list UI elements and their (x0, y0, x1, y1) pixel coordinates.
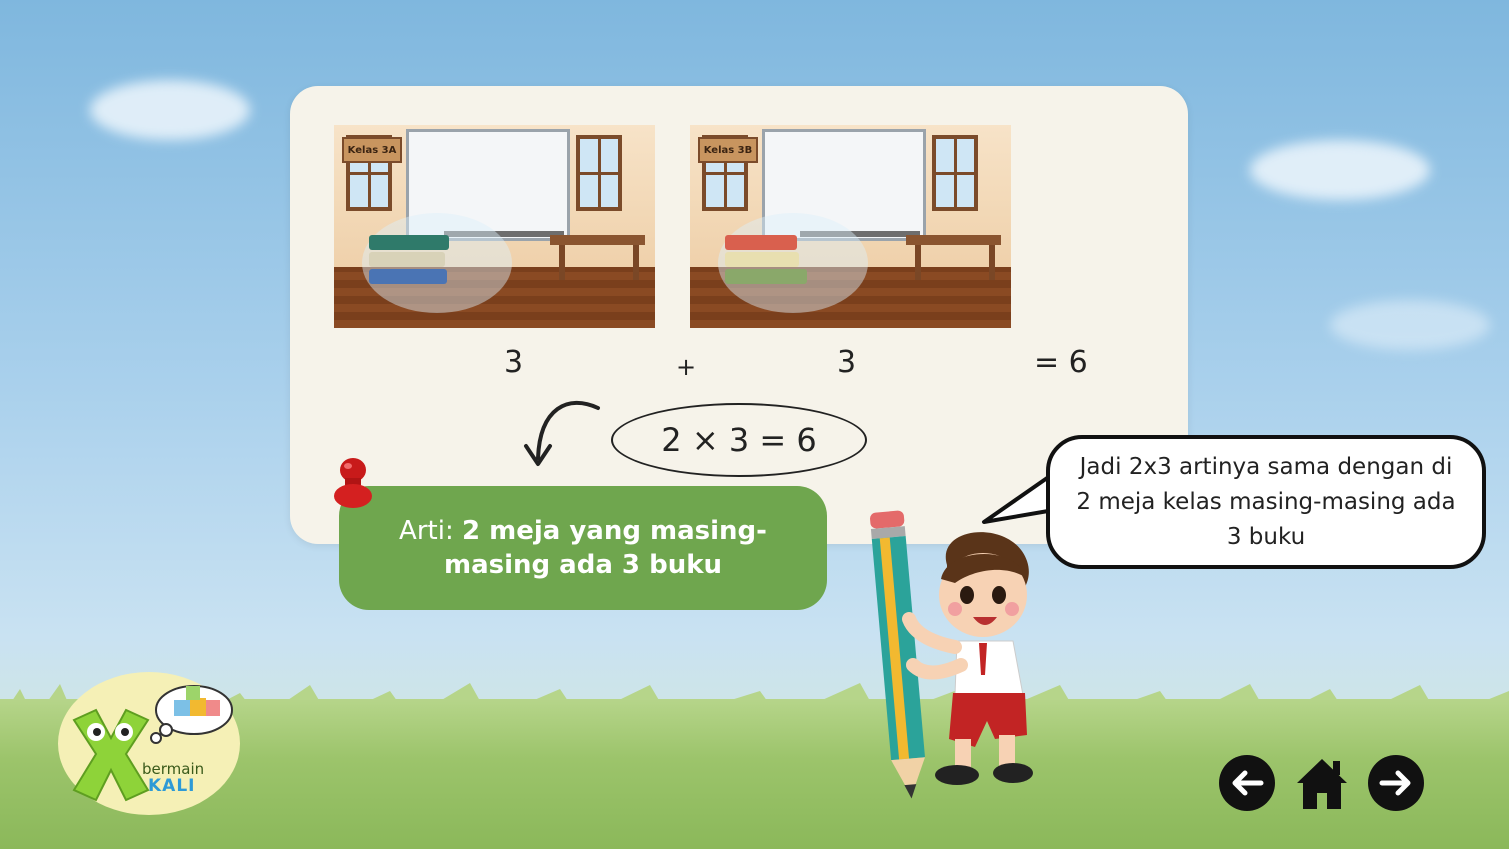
sum-result: = 6 (1034, 345, 1088, 380)
cloud (1250, 140, 1430, 200)
multiplication-oval: 2 × 3 = 6 (611, 403, 867, 477)
boy-character (902, 532, 1033, 785)
home-icon (1297, 759, 1347, 809)
speech-bubble-text: Jadi 2x3 artinya sama dengan di 2 meja k… (1076, 453, 1456, 550)
meaning-box: Arti: 2 meja yang masing-masing ada 3 bu… (339, 486, 827, 610)
meaning-prefix: Arti: (399, 516, 462, 546)
thought-cloud-icon (150, 685, 233, 744)
arrow-left-icon (1232, 770, 1264, 796)
home-button[interactable] (1293, 755, 1351, 811)
addend-2: 3 (837, 345, 857, 380)
speech-bubble: Jadi 2x3 artinya sama dengan di 2 meja k… (1046, 435, 1486, 569)
plus-sign: + (676, 353, 697, 381)
next-button[interactable] (1368, 755, 1424, 811)
logo-text-kali: KALI (148, 776, 196, 796)
arrow-right-icon (1379, 770, 1411, 796)
classroom-image-3b: Kelas 3B (690, 125, 1011, 328)
classroom-sign: Kelas 3B (698, 137, 758, 163)
addend-1: 3 (504, 345, 524, 380)
classroom-sign: Kelas 3A (342, 137, 402, 163)
meaning-text: 2 meja yang masing-masing ada 3 buku (443, 516, 767, 580)
classroom-image-3a: Kelas 3A (334, 125, 655, 328)
push-pin-icon (334, 458, 372, 508)
cloud (1330, 300, 1490, 350)
book-stack (725, 230, 807, 300)
curved-arrow-icon (524, 400, 600, 466)
bermain-kali-logo: bermain KALI (58, 672, 240, 815)
book-stack (369, 230, 451, 300)
back-button[interactable] (1219, 755, 1275, 811)
x-mascot-icon (72, 708, 150, 802)
cloud (90, 80, 250, 140)
